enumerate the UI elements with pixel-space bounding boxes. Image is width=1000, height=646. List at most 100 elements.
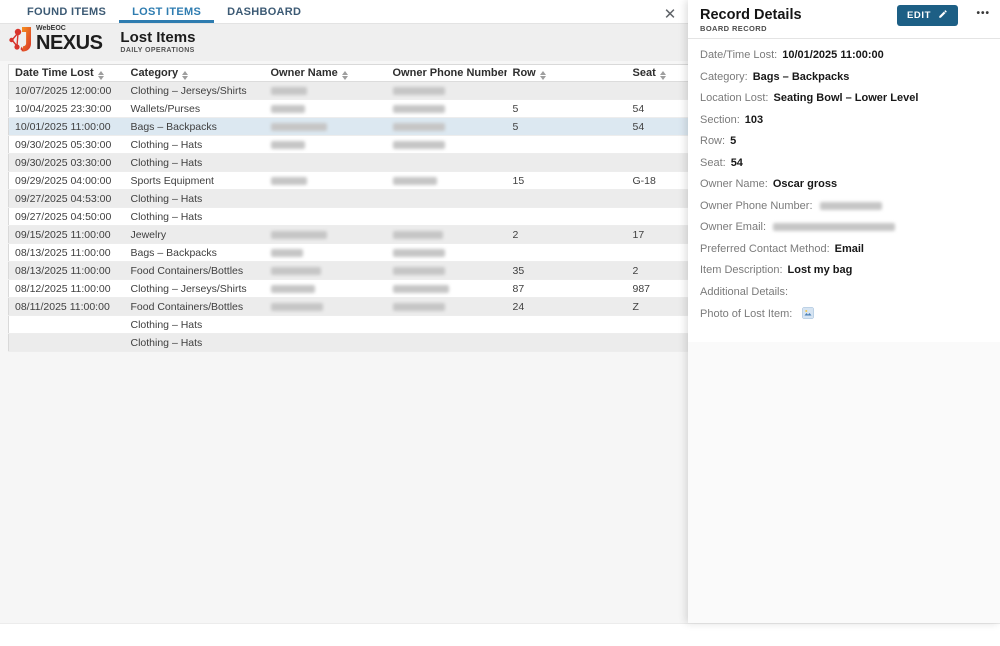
cell-owner-phone [387, 298, 507, 316]
column-header[interactable]: Owner Phone Number [387, 65, 507, 82]
close-panel-button[interactable]: ✕ [661, 5, 679, 23]
table-row[interactable]: 08/11/2025 11:00:00 Food Containers/Bott… [9, 298, 689, 316]
redacted-owner-name [271, 231, 327, 239]
table-body: 10/07/2025 12:00:00 Clothing – Jerseys/S… [9, 82, 689, 352]
table-row[interactable]: Clothing – Hats [9, 334, 689, 352]
edit-button-label: EDIT [907, 10, 931, 21]
brand-name-label: NEXUS [36, 33, 102, 53]
edit-button[interactable]: EDIT [897, 5, 958, 26]
cell-seat [627, 154, 689, 172]
detail-field: Location Lost: Seating Bowl – Lower Level [700, 92, 988, 104]
cell-date-time-lost [9, 316, 125, 334]
cell-row [507, 316, 627, 334]
cell-seat [627, 244, 689, 262]
detail-field-label: Location Lost: [700, 92, 769, 104]
detail-field: Section:103 [700, 114, 988, 126]
cell-date-time-lost: 08/13/2025 11:00:00 [9, 244, 125, 262]
cell-owner-phone [387, 100, 507, 118]
cell-row: 24 [507, 298, 627, 316]
column-header[interactable]: Seat [627, 65, 689, 82]
brand-text: WebEOC NEXUS [36, 25, 102, 53]
table-row[interactable]: 09/29/2025 04:00:00 Sports Equipment 15 … [9, 172, 689, 190]
table-row[interactable]: 09/15/2025 11:00:00 Jewelry 2 17 [9, 226, 689, 244]
sort-icon [342, 71, 348, 80]
cell-seat [627, 334, 689, 352]
table-row[interactable]: Clothing – Hats [9, 316, 689, 334]
detail-field: Photo of Lost Item: [700, 307, 988, 322]
cell-date-time-lost: 09/30/2025 05:30:00 [9, 136, 125, 154]
table-row[interactable]: 08/12/2025 11:00:00 Clothing – Jerseys/S… [9, 280, 689, 298]
sort-icon [182, 71, 188, 80]
column-header[interactable]: Owner Name [265, 65, 387, 82]
cell-row [507, 244, 627, 262]
tab-lost-items[interactable]: LOST ITEMS [119, 0, 214, 23]
cell-date-time-lost: 08/11/2025 11:00:00 [9, 298, 125, 316]
cell-owner-phone [387, 118, 507, 136]
cell-owner-name [265, 334, 387, 352]
table-row[interactable]: 09/27/2025 04:50:00 Clothing – Hats [9, 208, 689, 226]
photo-thumbnail-icon[interactable] [799, 310, 814, 322]
table-row[interactable]: 09/27/2025 04:53:00 Clothing – Hats [9, 190, 689, 208]
cell-row [507, 334, 627, 352]
detail-field-label: Preferred Contact Method: [700, 243, 830, 255]
cell-seat: 54 [627, 100, 689, 118]
detail-field-label: Owner Name: [700, 178, 768, 190]
tab-found-items[interactable]: FOUND ITEMS [14, 0, 119, 23]
table-header-row: Date Time Lost Category Owner Name Owner… [9, 65, 689, 82]
column-header[interactable]: Row [507, 65, 627, 82]
cell-owner-phone [387, 154, 507, 172]
cell-category: Wallets/Purses [125, 100, 265, 118]
column-header[interactable]: Category [125, 65, 265, 82]
redacted-owner-phone [393, 87, 445, 95]
table-row[interactable]: 10/01/2025 11:00:00 Bags – Backpacks 5 5… [9, 118, 689, 136]
cell-date-time-lost: 09/30/2025 03:30:00 [9, 154, 125, 172]
cell-owner-name [265, 118, 387, 136]
more-options-icon[interactable]: ••• [976, 3, 990, 24]
table-row[interactable]: 08/13/2025 11:00:00 Food Containers/Bott… [9, 262, 689, 280]
detail-field-value: Seating Bowl – Lower Level [774, 92, 919, 104]
cell-owner-name [265, 226, 387, 244]
cell-date-time-lost: 10/01/2025 11:00:00 [9, 118, 125, 136]
redacted-owner-phone [393, 105, 445, 113]
cell-category: Jewelry [125, 226, 265, 244]
cell-owner-phone [387, 316, 507, 334]
cell-category: Bags – Backpacks [125, 118, 265, 136]
column-header[interactable]: Date Time Lost [9, 65, 125, 82]
sort-icon [98, 71, 104, 80]
detail-field-value: 5 [730, 135, 736, 147]
cell-seat: 2 [627, 262, 689, 280]
cell-date-time-lost: 09/15/2025 11:00:00 [9, 226, 125, 244]
column-header-label: Owner Phone Number [393, 67, 507, 79]
table-row[interactable]: 10/04/2025 23:30:00 Wallets/Purses 5 54 [9, 100, 689, 118]
cell-owner-phone [387, 208, 507, 226]
detail-field-value: Bags – Backpacks [753, 71, 850, 83]
cell-owner-phone [387, 82, 507, 100]
cell-seat [627, 136, 689, 154]
cell-seat: 54 [627, 118, 689, 136]
cell-owner-name [265, 280, 387, 298]
column-header-label: Date Time Lost [15, 67, 94, 79]
detail-field: Owner Name:Oscar gross [700, 178, 988, 190]
detail-field-label: Owner Phone Number: [700, 200, 813, 212]
redacted-owner-name [271, 267, 321, 275]
cell-date-time-lost: 10/07/2025 12:00:00 [9, 82, 125, 100]
detail-field-label: Owner Email: [700, 221, 766, 233]
table-row[interactable]: 10/07/2025 12:00:00 Clothing – Jerseys/S… [9, 82, 689, 100]
cell-category: Clothing – Hats [125, 334, 265, 352]
cell-owner-name [265, 154, 387, 172]
cell-row: 2 [507, 226, 627, 244]
redacted-owner-name [271, 177, 307, 185]
tab-dashboard[interactable]: DASHBOARD [214, 0, 314, 23]
table-row[interactable]: 09/30/2025 05:30:00 Clothing – Hats [9, 136, 689, 154]
record-details-panel: Record Details BOARD RECORD EDIT ••• Dat… [688, 0, 1000, 623]
redacted-value [820, 202, 882, 210]
detail-field-value: 10/01/2025 11:00:00 [782, 49, 884, 61]
table-row[interactable]: 08/13/2025 11:00:00 Bags – Backpacks [9, 244, 689, 262]
brand-product-label: WebEOC [36, 25, 102, 32]
lost-items-table-wrap: Date Time Lost Category Owner Name Owner… [8, 64, 688, 352]
cell-row: 15 [507, 172, 627, 190]
detail-field: Seat:54 [700, 157, 988, 169]
cell-row: 35 [507, 262, 627, 280]
detail-field-value: Email [835, 243, 864, 255]
table-row[interactable]: 09/30/2025 03:30:00 Clothing – Hats [9, 154, 689, 172]
